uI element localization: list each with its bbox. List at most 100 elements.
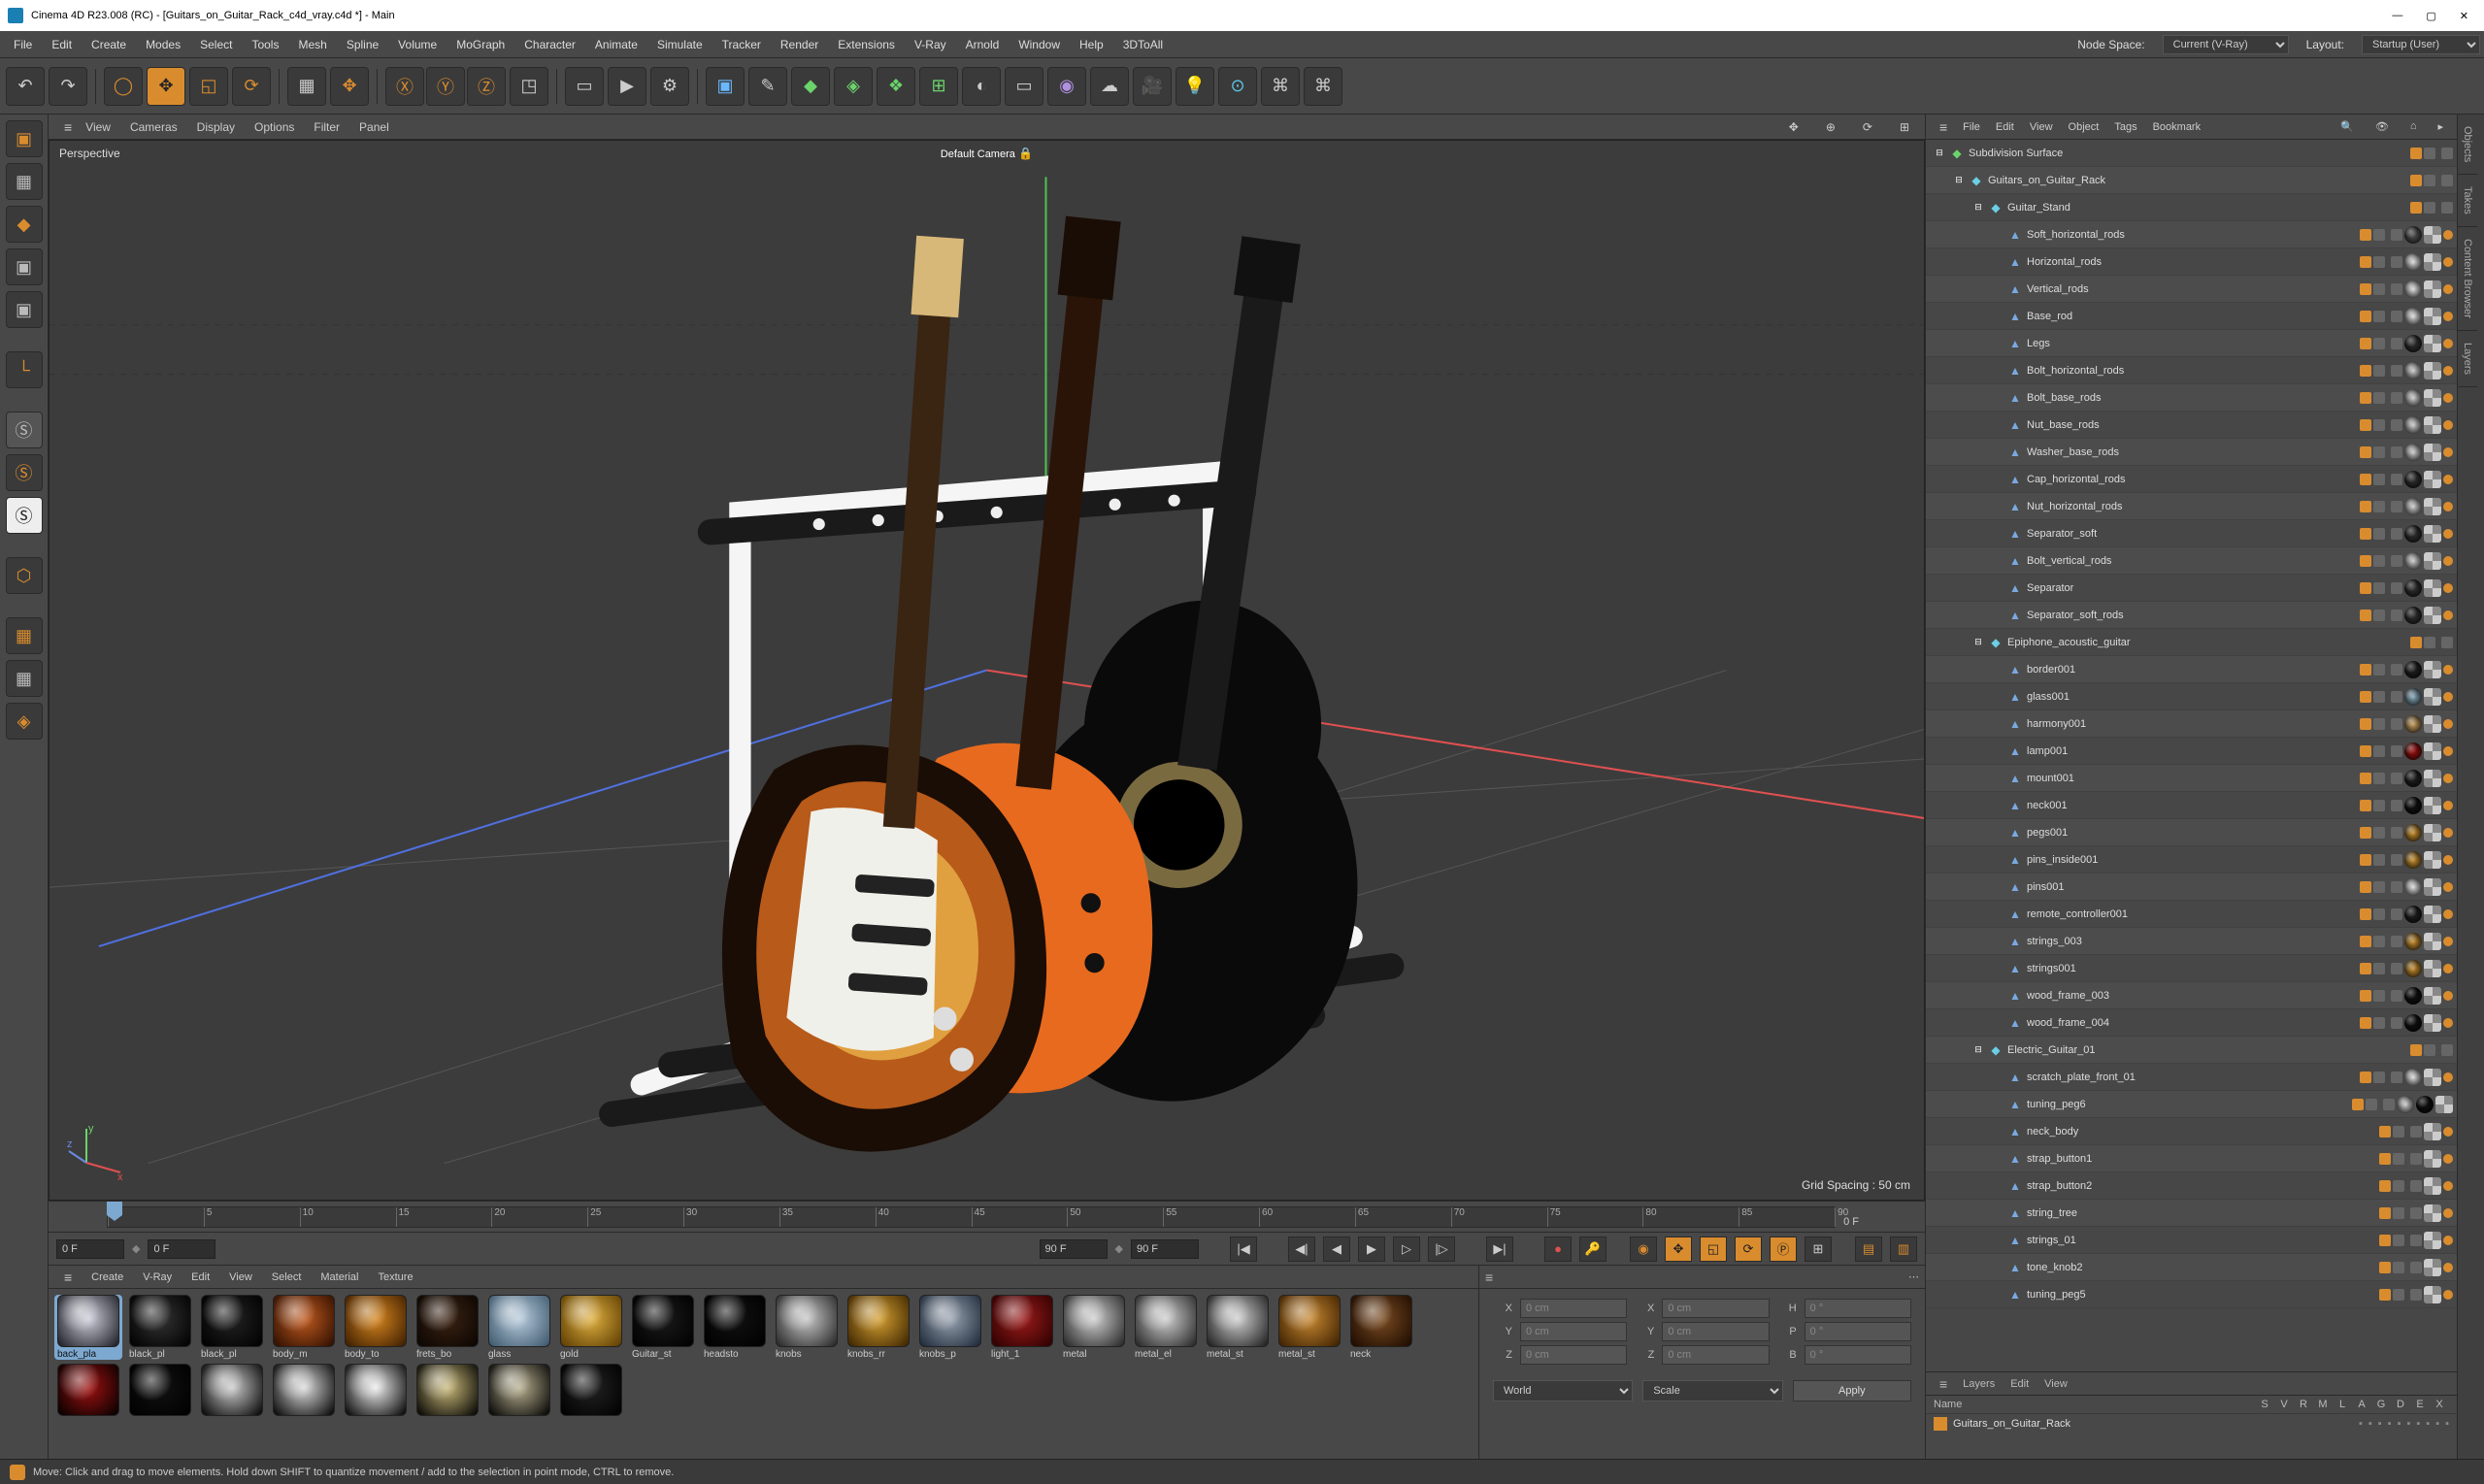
fcurve-button[interactable]: ▥	[1890, 1237, 1917, 1262]
render-settings-button[interactable]: ⚙	[650, 67, 689, 106]
extrude-button[interactable]: ◈	[834, 67, 873, 106]
prev-key-button[interactable]: ◀|	[1288, 1237, 1315, 1262]
material-item[interactable]: body_to	[342, 1295, 410, 1360]
coord-system-button[interactable]: ◳	[510, 67, 548, 106]
axis-z-button[interactable]: Ⓩ	[467, 67, 506, 106]
menu-spline[interactable]: Spline	[337, 34, 388, 55]
tree-row[interactable]: ▲pegs001	[1926, 819, 2457, 846]
tree-row[interactable]: ▲pins_inside001	[1926, 846, 2457, 874]
menu-mesh[interactable]: Mesh	[288, 34, 336, 55]
tree-row[interactable]: ▲pins001	[1926, 874, 2457, 901]
menu-extensions[interactable]: Extensions	[828, 34, 905, 55]
dock-tab-layers[interactable]: Layers	[2458, 331, 2477, 387]
tree-row[interactable]: ▲remote_controller001	[1926, 901, 2457, 928]
scale-tool[interactable]: ◱	[189, 67, 228, 106]
tree-row[interactable]: ▲neck_body	[1926, 1118, 2457, 1145]
om-search-icon[interactable]: 🔍	[2333, 117, 2362, 136]
placement-tool[interactable]: ✥	[330, 67, 369, 106]
tree-row[interactable]: ▲glass001	[1926, 683, 2457, 710]
total-frames-input[interactable]	[1131, 1239, 1199, 1259]
tree-row[interactable]: ▲Separator_soft_rods	[1926, 602, 2457, 629]
om-arrow-icon[interactable]: ▸	[2430, 117, 2451, 136]
range-start-input[interactable]	[56, 1239, 124, 1259]
tree-row[interactable]: ⊟◆Subdivision Surface	[1926, 140, 2457, 167]
vp-menu-filter[interactable]: Filter	[304, 117, 349, 137]
material-item[interactable]	[198, 1364, 266, 1416]
camera2-button[interactable]: 🎥	[1133, 67, 1172, 106]
snap-s2-button[interactable]: Ⓢ	[6, 454, 43, 491]
tree-row[interactable]: ▲Bolt_base_rods	[1926, 384, 2457, 412]
material-item[interactable]: neck	[1347, 1295, 1415, 1360]
tree-row[interactable]: ▲wood_frame_004	[1926, 1009, 2457, 1037]
size-x-input[interactable]	[1662, 1299, 1769, 1318]
material-item[interactable]: gold	[557, 1295, 625, 1360]
render-view-button[interactable]: ▭	[565, 67, 604, 106]
dock-tab-objects[interactable]: Objects	[2458, 115, 2477, 175]
pos-z-input[interactable]	[1520, 1345, 1627, 1365]
camera-button[interactable]: ▭	[1005, 67, 1043, 106]
axis-x-button[interactable]: Ⓧ	[385, 67, 424, 106]
menu-3dtoall[interactable]: 3DToAll	[1113, 34, 1173, 55]
tree-row[interactable]: ▲Base_rod	[1926, 303, 2457, 330]
tree-row[interactable]: ▲Bolt_horizontal_rods	[1926, 357, 2457, 384]
menu-select[interactable]: Select	[190, 34, 242, 55]
material-item[interactable]: frets_bo	[414, 1295, 481, 1360]
menu-window[interactable]: Window	[1009, 34, 1070, 55]
menu-edit[interactable]: Edit	[42, 34, 82, 55]
close-button[interactable]: ✕	[2460, 10, 2468, 22]
snap-s3-button[interactable]: Ⓢ	[6, 497, 43, 534]
light-button[interactable]: 💡	[1176, 67, 1214, 106]
material-item[interactable]: light_1	[988, 1295, 1056, 1360]
material-item[interactable]	[126, 1364, 194, 1416]
tree-row[interactable]: ▲strings_01	[1926, 1227, 2457, 1254]
menu-tools[interactable]: Tools	[242, 34, 288, 55]
spline-pen-button[interactable]: ✎	[748, 67, 787, 106]
object-mode-button[interactable]: ▣	[6, 248, 43, 285]
menu-mograph[interactable]: MoGraph	[447, 34, 514, 55]
snap-s1-button[interactable]: Ⓢ	[6, 412, 43, 448]
vray-button[interactable]: ⊙	[1218, 67, 1257, 106]
key-pla-button[interactable]: ⊞	[1805, 1237, 1832, 1262]
tree-row[interactable]: ▲Soft_horizontal_rods	[1926, 221, 2457, 248]
undo-button[interactable]: ↶	[6, 67, 45, 106]
key-param-button[interactable]: Ⓟ	[1770, 1237, 1797, 1262]
rot-b-input[interactable]	[1805, 1345, 1911, 1365]
maximize-button[interactable]: ▢	[2426, 10, 2435, 22]
tree-row[interactable]: ▲strap_button2	[1926, 1172, 2457, 1200]
subdiv-button[interactable]: ◆	[791, 67, 830, 106]
tree-row[interactable]: ▲Bolt_vertical_rods	[1926, 547, 2457, 575]
range-end-input[interactable]	[1040, 1239, 1108, 1259]
om-menu-bookmark[interactable]: Bookmark	[2145, 118, 2209, 136]
size-y-input[interactable]	[1662, 1322, 1769, 1341]
dock-tab-content-browser[interactable]: Content Browser	[2458, 227, 2477, 331]
tree-row[interactable]: ▲neck001	[1926, 792, 2457, 819]
script2-button[interactable]: ⌘	[1304, 67, 1342, 106]
material-item[interactable]: body_m	[270, 1295, 338, 1360]
workplane-button[interactable]: ◆	[6, 206, 43, 243]
material-item[interactable]	[414, 1364, 481, 1416]
cube-primitive-button[interactable]: ▣	[706, 67, 745, 106]
axis-mode-button[interactable]: ▣	[6, 291, 43, 328]
size-z-input[interactable]	[1662, 1345, 1769, 1365]
tree-row[interactable]: ▲Cap_horizontal_rods	[1926, 466, 2457, 493]
menu-character[interactable]: Character	[514, 34, 585, 55]
tree-row[interactable]: ▲Legs	[1926, 330, 2457, 357]
render-picture-button[interactable]: ▶	[608, 67, 646, 106]
keyframe-sel-button[interactable]: ◉	[1630, 1237, 1657, 1262]
coord-scale-select[interactable]: Scale	[1642, 1380, 1782, 1402]
tree-row[interactable]: ▲strings_003	[1926, 928, 2457, 955]
mat-menu-edit[interactable]: Edit	[182, 1269, 219, 1286]
material-item[interactable]: metal	[1060, 1295, 1128, 1360]
mat-menu-texture[interactable]: Texture	[369, 1269, 423, 1286]
tree-row[interactable]: ▲Nut_horizontal_rods	[1926, 493, 2457, 520]
om-eye-icon[interactable]: 👁	[2368, 117, 2397, 136]
tree-row[interactable]: ▲tuning_peg5	[1926, 1281, 2457, 1308]
goto-end-button[interactable]: ▶|	[1486, 1237, 1513, 1262]
mat-menu-material[interactable]: Material	[311, 1269, 368, 1286]
coord-mode-select[interactable]: World	[1493, 1380, 1633, 1402]
tree-row[interactable]: ▲tuning_peg6	[1926, 1091, 2457, 1118]
tree-row[interactable]: ▲Washer_base_rods	[1926, 439, 2457, 466]
om-home-icon[interactable]: ⌂	[2402, 117, 2425, 136]
tree-row[interactable]: ▲Vertical_rods	[1926, 276, 2457, 303]
minimize-button[interactable]: —	[2392, 10, 2402, 22]
